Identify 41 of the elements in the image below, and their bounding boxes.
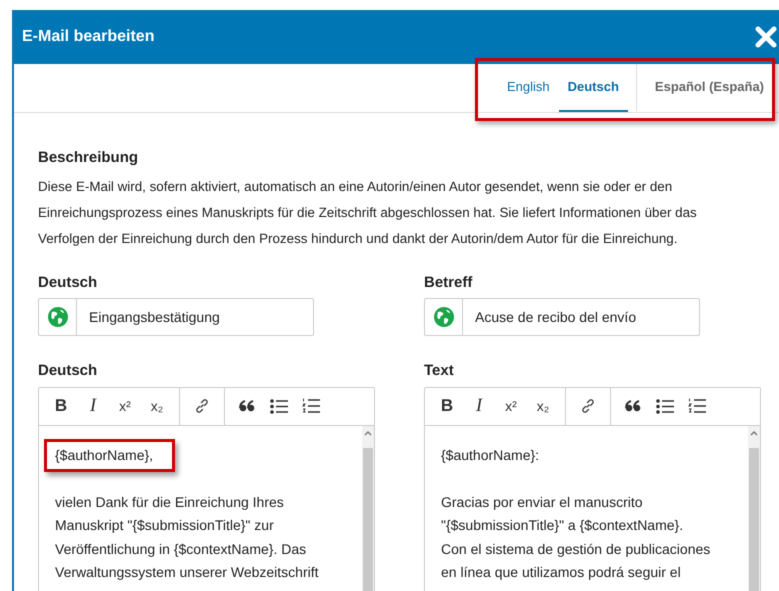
field-label: Betreff	[424, 272, 474, 292]
numbered-list-icon	[688, 398, 706, 414]
bold-button[interactable]: B	[431, 388, 463, 424]
link-icon	[580, 398, 596, 414]
scrollbar[interactable]	[748, 426, 760, 591]
language-tab[interactable]: Español (España)	[636, 64, 773, 112]
editor-paragraph: {$authorName}:	[441, 446, 540, 465]
superscript-button[interactable]: x²	[495, 388, 527, 424]
scroll-up-icon[interactable]	[750, 430, 758, 436]
globe-icon	[48, 307, 68, 327]
bold-button[interactable]: B	[45, 388, 77, 424]
globe-icon	[434, 307, 454, 327]
numbered-list-icon	[302, 398, 320, 414]
text-input[interactable]: Eingangsbestätigung	[77, 299, 313, 335]
quote-icon	[625, 400, 641, 412]
bullet-list-icon	[656, 398, 674, 414]
text-field[interactable]: Acuse de recibo del envío	[424, 298, 700, 336]
close-icon[interactable]	[755, 26, 777, 48]
language-tab[interactable]: Deutsch	[558, 64, 628, 112]
scroll-up-icon[interactable]	[364, 430, 372, 436]
superscript-button[interactable]: x²	[109, 388, 141, 424]
scrollbar[interactable]	[362, 426, 374, 591]
field-label: Deutsch	[38, 272, 98, 292]
field-label: Deutsch	[38, 361, 98, 381]
subscript-button[interactable]: x₂	[527, 388, 559, 424]
field-label: Text	[424, 361, 455, 381]
bullet-list-icon	[270, 398, 288, 414]
subscript-button[interactable]: x₂	[141, 388, 173, 424]
editor-paragraph: vielen Dank für die Einreichung Ihres Manuskript "{$submissionTitle}" zur Veröffentlichung in {$contextName}. Das Verwaltungssystem unserer Webzeitschrift	[55, 492, 319, 582]
description-text: Diese E-Mail wird, sofern aktiviert, automatisch an eine Autorin/einen Autor gesendet, wenn sie oder er den Einreichungsprozess eines Manuskripts für die Zeitschrift abgeschlossen hat. Sie liefert Informationen über das Verfolgen der Einreichung durch den Prozess hindurch und dankt der Autorin/dem Autor für die Einreichung.	[38, 178, 698, 248]
text-input[interactable]: Acuse de recibo del envío	[463, 299, 699, 335]
language-tab[interactable]: English	[498, 64, 559, 112]
italic-button[interactable]: I	[463, 388, 495, 424]
link-icon	[194, 398, 210, 414]
italic-button[interactable]: I	[77, 388, 109, 424]
editor-paragraph: Gracias por enviar el manuscrito "{$submissionTitle}" a {$contextName}. Con el sistema de gestión de publicaciones en línea que utilizamos podrá seguir el	[441, 492, 710, 582]
text-field[interactable]: Eingangsbestätigung	[38, 298, 314, 336]
section-heading: Beschreibung	[38, 148, 140, 168]
editor-paragraph: {$authorName},	[55, 446, 154, 465]
quote-icon	[239, 400, 255, 412]
dialog-title: E-Mail bearbeiten	[22, 27, 154, 47]
